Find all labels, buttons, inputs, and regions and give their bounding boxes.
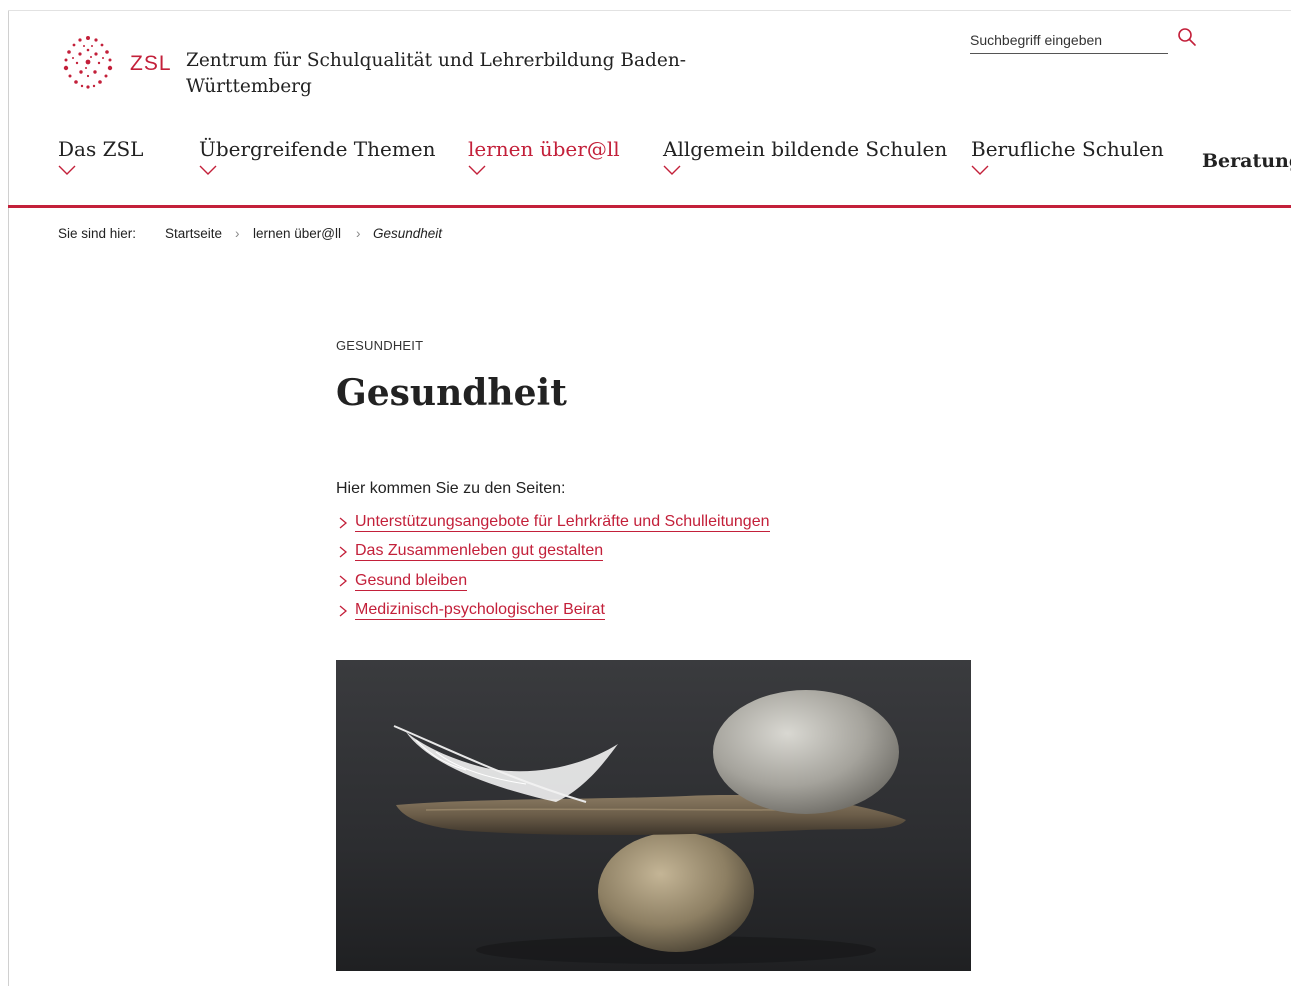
chevron-right-icon [339,605,348,617]
breadcrumb-link-lernen-ueberall[interactable]: lernen über@ll [253,226,341,241]
page-title: Gesundheit [336,372,567,414]
intro-text: Hier kommen Sie zu den Seiten: [336,480,566,497]
list-item: Das Zusammenleben gut gestalten [336,537,770,566]
nav-item-uebergreifende-themen[interactable]: Übergreifende Themen [199,136,436,176]
link-gesund-bleiben[interactable]: Gesund bleiben [355,572,468,591]
breadcrumb-prefix: Sie sind hier: [58,226,137,241]
breadcrumb-separator: › [356,226,361,241]
logo-wordmark[interactable]: ZSL [130,52,172,76]
link-beirat[interactable]: Medizinisch-psychologischer Beirat [355,601,605,621]
chevron-down-icon[interactable] [971,164,989,176]
nav-item-label: Allgemein bildende Schulen [663,137,948,161]
chevron-down-icon[interactable] [468,164,486,176]
chevron-down-icon[interactable] [663,164,681,176]
nav-item-das-zsl[interactable]: Das ZSL [58,136,143,176]
nav-item-label: Beratung [1202,150,1291,172]
breadcrumb-link-startseite[interactable]: Startseite [165,226,222,241]
search-field[interactable] [970,28,1168,54]
link-unterstuetzungsangebote[interactable]: Unterstützungsangebote für Lehrkräfte un… [355,513,770,533]
chevron-right-icon [339,575,348,587]
organization-name[interactable]: Zentrum für Schulqualität und Lehrerbild… [186,48,706,100]
balance-stones-photo [336,660,971,971]
list-item: Unterstützungsangebote für Lehrkräfte un… [336,508,770,537]
breadcrumb-separator: › [235,226,240,241]
list-item: Medizinisch-psychologischer Beirat [336,596,770,625]
nav-item-lernen-ueberall[interactable]: lernen über@ll [468,136,620,176]
search-icon[interactable] [1176,26,1198,48]
nav-item-label: Übergreifende Themen [199,137,436,161]
page-frame-top [8,10,1291,11]
nav-item-berufliche-schulen[interactable]: Berufliche Schulen [971,136,1164,176]
page-frame-left [8,10,9,986]
chevron-down-icon[interactable] [58,164,76,176]
nav-item-label: lernen über@ll [468,137,620,161]
nav-item-beratung[interactable]: Beratung [1202,148,1291,174]
nav-item-allgemein-bildende-schulen[interactable]: Allgemein bildende Schulen [663,136,947,176]
search-input[interactable] [970,28,1168,52]
zsl-logo-icon[interactable] [58,32,118,94]
nav-item-label: Das ZSL [58,137,144,161]
chevron-down-icon[interactable] [199,164,217,176]
list-item: Gesund bleiben [336,567,770,596]
nav-divider [8,205,1291,208]
breadcrumb-current: Gesundheit [373,226,443,241]
chevron-right-icon [339,517,348,529]
chevron-right-icon [339,546,348,558]
page-kicker: GESUNDHEIT [336,338,424,353]
nav-item-label: Berufliche Schulen [971,137,1164,161]
link-zusammenleben[interactable]: Das Zusammenleben gut gestalten [355,542,604,562]
link-list: Unterstützungsangebote für Lehrkräfte un… [336,508,770,625]
